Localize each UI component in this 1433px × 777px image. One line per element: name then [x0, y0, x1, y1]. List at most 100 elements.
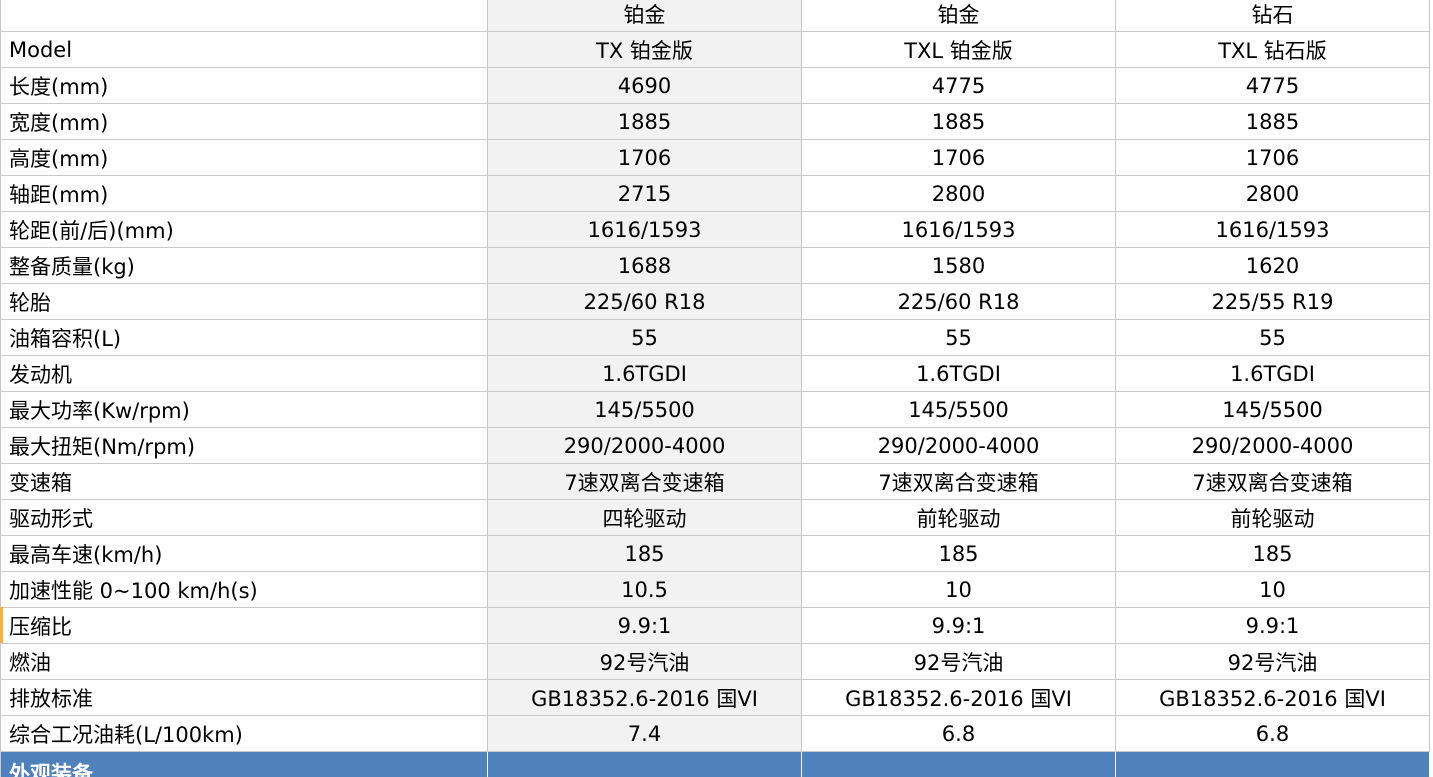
cell[interactable]: GB18352.6-2016 国VI	[487, 679, 802, 716]
cell[interactable]: 290/2000-4000	[487, 427, 802, 464]
row-label[interactable]: 轮距(前/后)(mm)	[0, 211, 488, 248]
cell[interactable]: 7速双离合变速箱	[1115, 463, 1430, 500]
cell[interactable]: 1580	[801, 247, 1116, 284]
cell[interactable]: 145/5500	[487, 391, 802, 428]
cell[interactable]: 55	[801, 319, 1116, 356]
cell[interactable]: 7速双离合变速箱	[487, 463, 802, 500]
row-label[interactable]: 整备质量(kg)	[0, 247, 488, 284]
cell[interactable]: 1.6TGDI	[1115, 355, 1430, 392]
row-label[interactable]: 燃油	[0, 643, 488, 680]
cell[interactable]: 前轮驱动	[1115, 499, 1430, 536]
row-label[interactable]: 轮胎	[0, 283, 488, 320]
table-row: 压缩比 9.9:1 9.9:1 9.9:1	[0, 607, 1430, 644]
row-label[interactable]: 排放标准	[0, 679, 488, 716]
cell[interactable]: 92号汽油	[487, 643, 802, 680]
cell[interactable]: 1620	[1115, 247, 1430, 284]
column-header[interactable]: 钻石	[1115, 0, 1430, 32]
cell[interactable]: 2800	[801, 175, 1116, 212]
table-row: 最大扭矩(Nm/rpm) 290/2000-4000 290/2000-4000…	[0, 427, 1430, 464]
row-label[interactable]: 宽度(mm)	[0, 103, 488, 140]
row-label[interactable]: Model	[0, 31, 488, 68]
cell[interactable]: 1616/1593	[801, 211, 1116, 248]
cell[interactable]: 4775	[1115, 67, 1430, 104]
cell[interactable]: 1.6TGDI	[801, 355, 1116, 392]
cell[interactable]: 55	[487, 319, 802, 356]
cell[interactable]: TXL 铂金版	[801, 31, 1116, 68]
cell[interactable]: 4690	[487, 67, 802, 104]
row-label[interactable]: 轴距(mm)	[0, 175, 488, 212]
cell[interactable]: 1885	[487, 103, 802, 140]
cell[interactable]: 55	[1115, 319, 1430, 356]
cell[interactable]: 290/2000-4000	[1115, 427, 1430, 464]
column-header[interactable]: 铂金	[487, 0, 802, 32]
cell[interactable]: 7速双离合变速箱	[801, 463, 1116, 500]
cell[interactable]: 9.9:1	[801, 607, 1116, 644]
header-row: 铂金 铂金 钻石	[0, 0, 1430, 32]
cell[interactable]: 185	[487, 535, 802, 572]
cell[interactable]: 145/5500	[1115, 391, 1430, 428]
cell[interactable]: 1706	[1115, 139, 1430, 176]
cell[interactable]: 6.8	[801, 715, 1116, 752]
cell[interactable]: 1706	[487, 139, 802, 176]
cell[interactable]: 10	[801, 571, 1116, 608]
cell[interactable]: 1616/1593	[487, 211, 802, 248]
cell[interactable]: TX 铂金版	[487, 31, 802, 68]
table-row: 排放标准 GB18352.6-2016 国VI GB18352.6-2016 国…	[0, 679, 1430, 716]
cell[interactable]: 1616/1593	[1115, 211, 1430, 248]
row-label[interactable]: 加速性能 0~100 km/h(s)	[0, 571, 488, 608]
table-row: 轴距(mm) 2715 2800 2800	[0, 175, 1430, 212]
cell[interactable]	[0, 0, 488, 32]
cell[interactable]: 7.4	[487, 715, 802, 752]
cell[interactable]: 10.5	[487, 571, 802, 608]
row-label[interactable]: 长度(mm)	[0, 67, 488, 104]
cell[interactable]: 9.9:1	[487, 607, 802, 644]
cell[interactable]: 1.6TGDI	[487, 355, 802, 392]
cell[interactable]: 290/2000-4000	[801, 427, 1116, 464]
cell[interactable]: 四轮驱动	[487, 499, 802, 536]
cell[interactable]: 185	[1115, 535, 1430, 572]
cell[interactable]: 185	[801, 535, 1116, 572]
cell[interactable]: GB18352.6-2016 国VI	[1115, 679, 1430, 716]
cell[interactable]: 92号汽油	[801, 643, 1116, 680]
cell[interactable]: TXL 钻石版	[1115, 31, 1430, 68]
row-label[interactable]: 最大扭矩(Nm/rpm)	[0, 427, 488, 464]
cell[interactable]: 4775	[801, 67, 1116, 104]
table-row: 燃油 92号汽油 92号汽油 92号汽油	[0, 643, 1430, 680]
cell[interactable]	[487, 751, 802, 777]
row-label[interactable]: 驱动形式	[0, 499, 488, 536]
cell[interactable]	[801, 751, 1116, 777]
row-label[interactable]: 发动机	[0, 355, 488, 392]
row-label[interactable]: 高度(mm)	[0, 139, 488, 176]
row-label[interactable]: 压缩比	[0, 607, 488, 644]
cell[interactable]: 225/55 R19	[1115, 283, 1430, 320]
cell[interactable]: 6.8	[1115, 715, 1430, 752]
cell[interactable]: 225/60 R18	[487, 283, 802, 320]
cell[interactable]: 2715	[487, 175, 802, 212]
section-header-label[interactable]: 外观装备	[0, 751, 488, 777]
cell[interactable]: 225/60 R18	[801, 283, 1116, 320]
column-header[interactable]: 铂金	[801, 0, 1116, 32]
row-label[interactable]: 变速箱	[0, 463, 488, 500]
cell[interactable]: 2800	[1115, 175, 1430, 212]
cell[interactable]: 1885	[801, 103, 1116, 140]
cell[interactable]: 1688	[487, 247, 802, 284]
spec-table: 铂金 铂金 钻石 Model TX 铂金版 TXL 铂金版 TXL 钻石版 长度…	[0, 0, 1430, 777]
cell[interactable]: GB18352.6-2016 国VI	[801, 679, 1116, 716]
table-row: 发动机 1.6TGDI 1.6TGDI 1.6TGDI	[0, 355, 1430, 392]
row-label[interactable]: 最大功率(Kw/rpm)	[0, 391, 488, 428]
table-row: Model TX 铂金版 TXL 铂金版 TXL 钻石版	[0, 31, 1430, 68]
cell[interactable]: 1706	[801, 139, 1116, 176]
table-row: 加速性能 0~100 km/h(s) 10.5 10 10	[0, 571, 1430, 608]
row-label[interactable]: 油箱容积(L)	[0, 319, 488, 356]
cell[interactable]	[1115, 751, 1430, 777]
row-label[interactable]: 最高车速(km/h)	[0, 535, 488, 572]
cell[interactable]: 92号汽油	[1115, 643, 1430, 680]
row-label[interactable]: 综合工况油耗(L/100km)	[0, 715, 488, 752]
section-header-row: 外观装备	[0, 751, 1430, 777]
cell[interactable]: 1885	[1115, 103, 1430, 140]
cell[interactable]: 前轮驱动	[801, 499, 1116, 536]
cell[interactable]: 145/5500	[801, 391, 1116, 428]
cell[interactable]: 10	[1115, 571, 1430, 608]
table-row: 最大功率(Kw/rpm) 145/5500 145/5500 145/5500	[0, 391, 1430, 428]
cell[interactable]: 9.9:1	[1115, 607, 1430, 644]
